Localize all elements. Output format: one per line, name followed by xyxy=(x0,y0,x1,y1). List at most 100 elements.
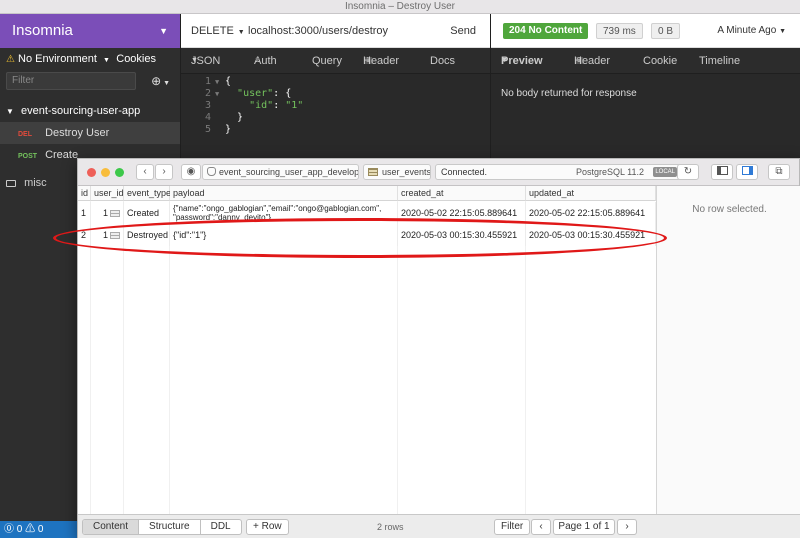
database-icon xyxy=(207,167,216,176)
column-header[interactable]: id xyxy=(78,186,91,201)
method-label: DELETE xyxy=(191,25,234,37)
tab-cookie[interactable]: Cookie xyxy=(643,48,677,74)
method-select[interactable]: DELETE ▼ xyxy=(191,14,245,50)
close-window-button[interactable] xyxy=(87,168,96,177)
code-line: } xyxy=(225,112,244,123)
minimize-window-button[interactable] xyxy=(101,168,110,177)
folder-event-sourcing[interactable]: ▼ event-sourcing-user-app xyxy=(0,100,180,122)
cell-payload[interactable]: {"id":"1"} xyxy=(170,224,398,246)
fold-icon[interactable]: ▼ xyxy=(215,88,225,100)
json-value: "1" xyxy=(285,100,304,111)
tab-query[interactable]: Query xyxy=(312,48,342,74)
cell-event-type[interactable]: Created xyxy=(124,202,170,224)
next-page-button[interactable]: › xyxy=(617,519,637,535)
column-header[interactable]: event_type xyxy=(124,186,171,201)
url-input[interactable]: localhost:3000/users/destroy xyxy=(248,14,388,48)
database-name: event_sourcing_user_app_developm xyxy=(219,167,359,177)
line-number: 4 xyxy=(204,112,211,123)
db-bottom-bar: Content Structure DDL + Row 2 rows Filter … xyxy=(78,514,800,538)
window-title: Insomnia – Destroy User xyxy=(0,0,800,14)
db-toolbar: ‹ › ◉ event_sourcing_user_app_developm u… xyxy=(78,159,799,186)
filter-button[interactable]: Filter xyxy=(494,519,531,535)
cell-id[interactable]: 2 xyxy=(78,224,91,246)
tab-header[interactable]: Header 9 xyxy=(574,48,610,77)
column-header[interactable]: updated_at xyxy=(526,186,656,201)
chevron-down-icon: ▼ xyxy=(501,57,508,64)
add-menu-button[interactable]: ⊕ ▼ xyxy=(151,74,170,88)
tab-content[interactable]: Content xyxy=(83,520,140,534)
cell-payload[interactable]: {"name":"ongo_gablogian","email":"ongo@g… xyxy=(170,202,398,224)
toggle-right-pane-button[interactable] xyxy=(736,164,758,180)
response-tabs: Preview ▼ Header 9 Cookie Timeline xyxy=(491,48,800,74)
table-icon xyxy=(368,168,378,176)
chevron-down-icon: ▼ xyxy=(159,26,168,36)
status-badge: 204 No Content xyxy=(503,23,589,39)
connection-status: Connected. PostgreSQL 11.2 LOCAL xyxy=(435,164,681,180)
prev-page-button[interactable]: ‹ xyxy=(531,519,551,535)
request-tabs: JSON ▼ Auth ▼ Query Header 1 Docs xyxy=(181,48,490,74)
cell-updated-at[interactable]: 2020-05-02 22:15:05.889641 xyxy=(526,202,656,224)
chevron-down-icon: ▼ xyxy=(237,29,245,36)
cookies-button[interactable]: Cookies xyxy=(116,48,156,70)
column-header[interactable]: user_id xyxy=(91,186,124,201)
forward-button[interactable]: › xyxy=(155,164,173,180)
response-status-bar: 204 No Content 739 ms 0 B A Minute Ago ▼ xyxy=(491,14,800,48)
page-indicator: Page 1 of 1 xyxy=(553,519,615,535)
tab-docs[interactable]: Docs xyxy=(430,48,455,74)
new-window-button[interactable]: ⧉ xyxy=(768,164,790,180)
tab-label: Header xyxy=(574,55,611,67)
cell-event-type[interactable]: Destroyed xyxy=(124,224,170,246)
tab-structure[interactable]: Structure xyxy=(139,520,201,534)
tab-ddl[interactable]: DDL xyxy=(201,520,241,534)
cell-value: 1 xyxy=(102,208,108,218)
environment-select[interactable]: No Environment xyxy=(18,53,97,65)
cell-value: 1 xyxy=(102,230,108,240)
environment-row: ⚠ No Environment ▼ Cookies xyxy=(0,48,180,70)
elephant-icon[interactable]: ◉ xyxy=(181,164,201,180)
json-editor[interactable]: 1 ▼{ 2 ▼ "user": { 3 "id": "1" 4 } 5} xyxy=(181,76,303,136)
database-breadcrumb[interactable]: event_sourcing_user_app_developm xyxy=(202,164,359,180)
chevron-down-icon: ▼ xyxy=(191,57,198,64)
folder-icon xyxy=(6,180,16,187)
table-row[interactable]: 1 1 Created {"name":"ongo_gablogian","em… xyxy=(78,202,656,224)
json-key: "id" xyxy=(249,100,274,111)
history-dropdown[interactable]: A Minute Ago ▼ xyxy=(717,14,786,49)
request-item-destroy-user[interactable]: DEL Destroy User xyxy=(0,122,180,144)
method-badge: POST xyxy=(18,153,38,160)
cell-id[interactable]: 1 xyxy=(78,202,91,224)
fold-icon[interactable]: ▼ xyxy=(215,76,225,88)
tab-header[interactable]: Header 1 xyxy=(363,48,399,77)
brand-label: Insomnia xyxy=(12,22,73,39)
workspace-menu[interactable]: Insomnia ▼ xyxy=(0,14,180,48)
table-name: user_events xyxy=(382,167,431,177)
table-row[interactable]: 2 1 Destroyed {"id":"1"} 2020-05-03 00:1… xyxy=(78,224,656,246)
cell-created-at[interactable]: 2020-05-03 00:15:30.455921 xyxy=(398,224,526,246)
cell-user-id[interactable]: 1 xyxy=(91,224,124,246)
left-pane-icon xyxy=(716,166,728,175)
cell-created-at[interactable]: 2020-05-02 22:15:05.889641 xyxy=(398,202,526,224)
code-line: { xyxy=(225,76,232,87)
chevron-down-icon: ▼ xyxy=(102,57,110,64)
folder-open-icon: ▼ xyxy=(6,107,14,116)
row-detail-pane: No row selected. xyxy=(656,186,800,514)
column-header[interactable]: created_at xyxy=(398,186,526,201)
code-text: : { xyxy=(273,88,292,99)
add-row-button[interactable]: + Row xyxy=(246,519,289,535)
toggle-left-pane-button[interactable] xyxy=(711,164,733,180)
zoom-window-button[interactable] xyxy=(115,168,124,177)
server-version: PostgreSQL 11.2 xyxy=(575,167,644,177)
line-number: 5 xyxy=(204,124,211,135)
table-breadcrumb[interactable]: user_events xyxy=(363,164,431,180)
cell-updated-at[interactable]: 2020-05-03 00:15:30.455921 xyxy=(526,224,656,246)
cell-user-id[interactable]: 1 xyxy=(91,202,124,224)
line-number: 1 xyxy=(204,76,211,87)
filter-input[interactable]: Filter xyxy=(6,72,136,90)
tab-timeline[interactable]: Timeline xyxy=(699,48,740,74)
empty-response-message: No body returned for response xyxy=(501,88,637,99)
column-header[interactable]: payload xyxy=(170,186,398,201)
request-label: Destroy User xyxy=(45,127,110,139)
url-bar: DELETE ▼ localhost:3000/users/destroy Sen… xyxy=(181,14,490,48)
refresh-button[interactable]: ↻ xyxy=(677,164,699,180)
back-button[interactable]: ‹ xyxy=(136,164,154,180)
send-button[interactable]: Send xyxy=(450,14,476,48)
